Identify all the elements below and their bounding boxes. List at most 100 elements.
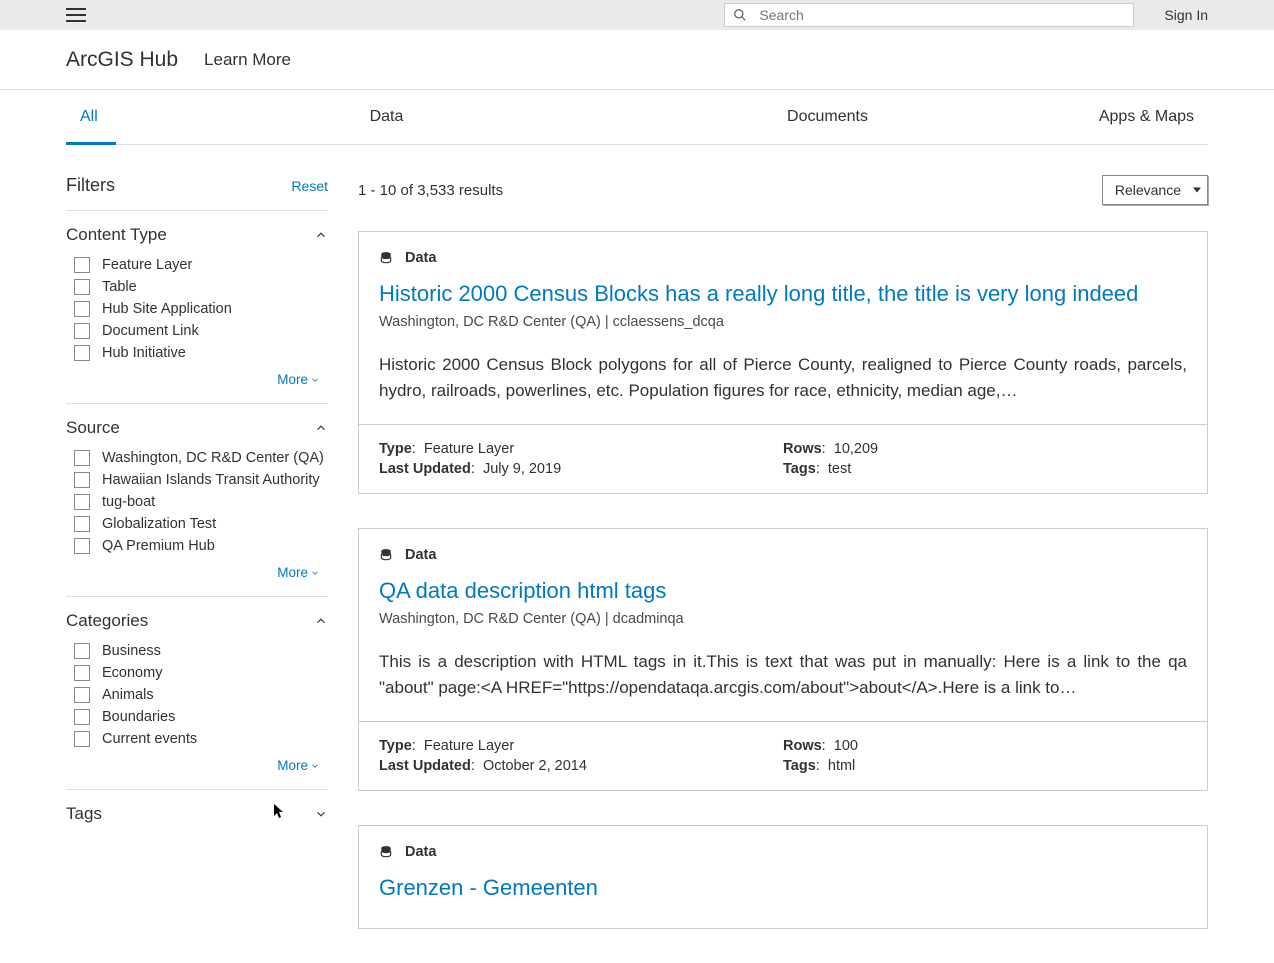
tab-documents[interactable]: Documents — [607, 90, 1048, 144]
content-tabs: All Data Documents Apps & Maps — [66, 90, 1208, 145]
tab-apps-maps[interactable]: Apps & Maps — [1048, 90, 1208, 144]
meta-label: Type — [379, 738, 412, 754]
filter-option[interactable]: Hawaiian Islands Transit Authority — [74, 472, 328, 488]
meta-label: Last Updated — [379, 461, 471, 477]
filter-title: Tags — [66, 804, 102, 824]
topbar: Sign In — [0, 0, 1274, 30]
reset-filters[interactable]: Reset — [291, 178, 328, 194]
data-icon — [379, 845, 393, 859]
chevron-down-icon — [310, 568, 320, 578]
filter-option[interactable]: Business — [74, 643, 328, 659]
more-link[interactable]: More — [277, 372, 308, 387]
chevron-up-icon — [314, 228, 328, 242]
filter-option-label: Hub Site Application — [102, 301, 232, 317]
search-box[interactable] — [724, 3, 1134, 27]
chevron-down-icon — [314, 807, 328, 821]
filter-option[interactable]: Economy — [74, 665, 328, 681]
filter-option[interactable]: Hub Initiative — [74, 345, 328, 361]
filter-section-tags: Tags — [66, 790, 328, 838]
result-title[interactable]: Grenzen - Gemeenten — [379, 874, 1187, 902]
filter-option[interactable]: Document Link — [74, 323, 328, 339]
result-description: Historic 2000 Census Block polygons for … — [379, 352, 1187, 405]
more-link[interactable]: More — [277, 565, 308, 580]
filter-title: Content Type — [66, 225, 167, 245]
result-source: Washington, DC R&D Center (QA) | cclaess… — [379, 314, 1187, 330]
meta-value: July 9, 2019 — [483, 461, 561, 477]
more-link[interactable]: More — [277, 758, 308, 773]
meta-value: test — [828, 461, 851, 477]
meta-label: Rows — [783, 738, 822, 754]
filter-option[interactable]: Washington, DC R&D Center (QA) — [74, 450, 328, 466]
tab-all[interactable]: All — [66, 90, 166, 144]
filter-option-label: QA Premium Hub — [102, 538, 215, 554]
filter-option-label: Document Link — [102, 323, 199, 339]
result-card: Data Historic 2000 Census Blocks has a r… — [358, 231, 1208, 494]
meta-value: 10,209 — [834, 441, 878, 457]
filter-option-label: Feature Layer — [102, 257, 192, 273]
result-source: Washington, DC R&D Center (QA) | dcadmin… — [379, 611, 1187, 627]
result-kind: Data — [405, 547, 436, 563]
filter-option-label: Hawaiian Islands Transit Authority — [102, 472, 320, 488]
result-description: This is a description with HTML tags in … — [379, 649, 1187, 702]
filter-title: Source — [66, 418, 120, 438]
filter-option-label: Current events — [102, 731, 197, 747]
meta-value: Feature Layer — [424, 738, 514, 754]
meta-label: Tags — [783, 758, 816, 774]
data-icon — [379, 548, 393, 562]
filter-header-content-type[interactable]: Content Type — [66, 225, 328, 245]
result-kind: Data — [405, 844, 436, 860]
filter-header-source[interactable]: Source — [66, 418, 328, 438]
filter-option[interactable]: QA Premium Hub — [74, 538, 328, 554]
search-input[interactable] — [759, 7, 1125, 23]
filters-heading: Filters — [66, 175, 115, 196]
filter-option[interactable]: Hub Site Application — [74, 301, 328, 317]
filter-section-source: Source Washington, DC R&D Center (QA) Ha… — [66, 404, 328, 597]
learn-more-link[interactable]: Learn More — [204, 50, 291, 70]
chevron-down-icon — [310, 761, 320, 771]
filter-option[interactable]: Animals — [74, 687, 328, 703]
filter-option-label: Globalization Test — [102, 516, 216, 532]
site-title: ArcGIS Hub — [66, 48, 178, 72]
filter-section-categories: Categories Business Economy Animals Boun… — [66, 597, 328, 790]
meta-label: Tags — [783, 461, 816, 477]
results-count: 1 - 10 of 3,533 results — [358, 182, 503, 199]
hamburger-menu[interactable] — [66, 8, 86, 22]
data-icon — [379, 251, 393, 265]
meta-label: Type — [379, 441, 412, 457]
result-card: Data Grenzen - Gemeenten — [358, 825, 1208, 929]
meta-value: html — [828, 758, 855, 774]
signin-link[interactable]: Sign In — [1164, 7, 1208, 23]
filter-option-label: Table — [102, 279, 137, 295]
filter-option[interactable]: Boundaries — [74, 709, 328, 725]
sort-value: Relevance — [1115, 182, 1181, 198]
tab-data[interactable]: Data — [166, 90, 607, 144]
filter-header-tags[interactable]: Tags — [66, 804, 328, 824]
chevron-down-icon — [310, 375, 320, 385]
filter-option-label: Washington, DC R&D Center (QA) — [102, 450, 324, 466]
meta-value: 100 — [834, 738, 858, 754]
filter-option[interactable]: tug-boat — [74, 494, 328, 510]
sort-select[interactable]: Relevance — [1102, 175, 1208, 205]
chevron-up-icon — [314, 421, 328, 435]
filter-option-label: tug-boat — [102, 494, 155, 510]
meta-value: Feature Layer — [424, 441, 514, 457]
result-title[interactable]: QA data description html tags — [379, 577, 1187, 605]
results: 1 - 10 of 3,533 results Relevance Data H… — [358, 175, 1208, 963]
result-title[interactable]: Historic 2000 Census Blocks has a really… — [379, 280, 1187, 308]
filters-sidebar: Filters Reset Content Type Feature Layer… — [66, 175, 328, 963]
filter-option-label: Hub Initiative — [102, 345, 186, 361]
search-icon — [733, 8, 747, 22]
filter-option[interactable]: Table — [74, 279, 328, 295]
filter-option[interactable]: Feature Layer — [74, 257, 328, 273]
filter-option[interactable]: Globalization Test — [74, 516, 328, 532]
filter-option[interactable]: Current events — [74, 731, 328, 747]
result-kind: Data — [405, 250, 436, 266]
filter-section-content-type: Content Type Feature Layer Table Hub Sit… — [66, 211, 328, 404]
filter-header-categories[interactable]: Categories — [66, 611, 328, 631]
filter-option-label: Business — [102, 643, 161, 659]
meta-label: Rows — [783, 441, 822, 457]
filter-option-label: Animals — [102, 687, 154, 703]
filter-option-label: Economy — [102, 665, 162, 681]
meta-value: October 2, 2014 — [483, 758, 587, 774]
brand-bar: ArcGIS Hub Learn More — [0, 30, 1274, 90]
